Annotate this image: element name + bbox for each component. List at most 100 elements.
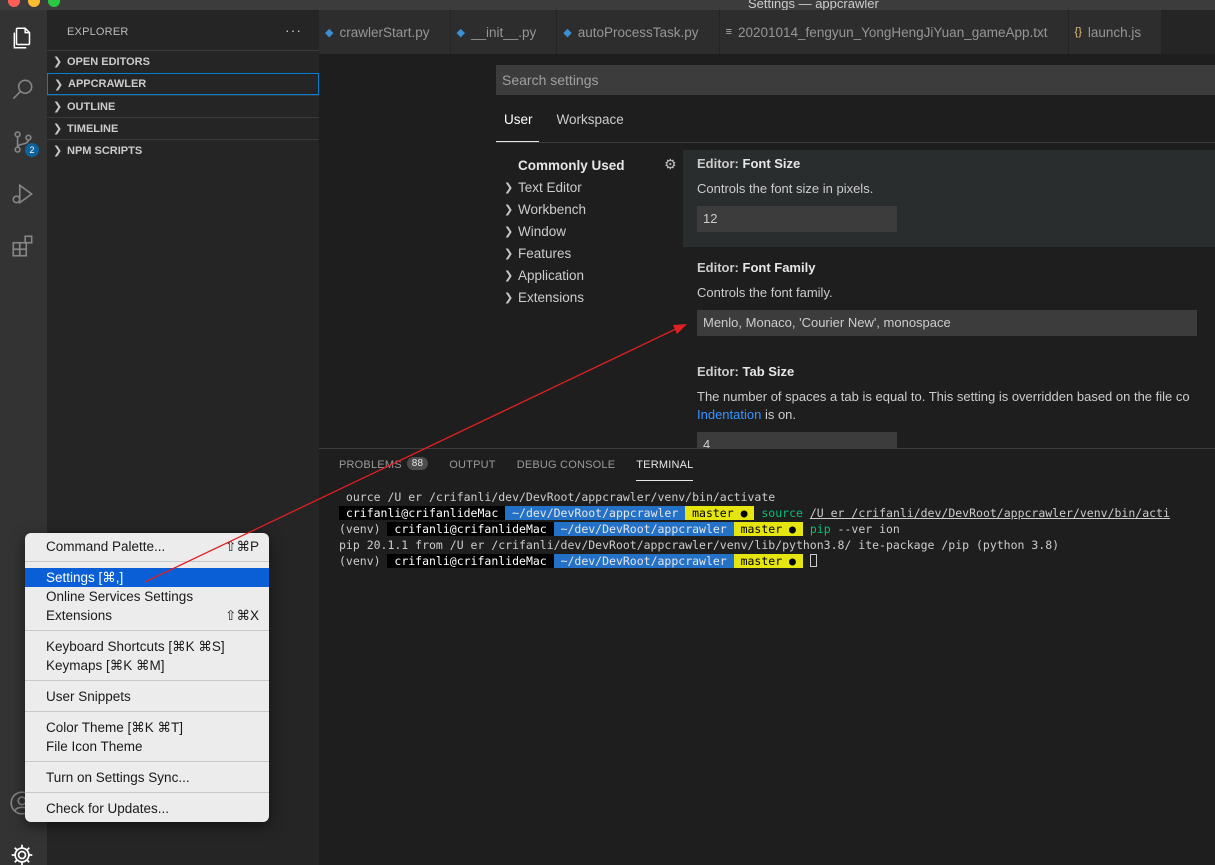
menu-separator [25,561,269,562]
prompt-dir: ~/dev/DevRoot/appcrawler [553,522,734,536]
toc-application[interactable]: ❯ Application [496,264,684,286]
minimize-window-button[interactable] [28,0,40,7]
indentation-link[interactable]: Indentation [697,407,761,422]
tab-size-input[interactable]: 4 [697,432,897,448]
extensions-icon[interactable] [9,232,37,260]
chevron-right-icon: ❯ [504,203,514,216]
manage-context-menu: Command Palette... ⇧⌘P Settings [⌘,] Onli… [25,533,269,822]
zoom-window-button[interactable] [48,0,60,7]
toc-text-editor[interactable]: ❯ Text Editor [496,176,684,198]
tab-output[interactable]: OUTPUT [449,459,495,481]
menu-item-user-snippets[interactable]: User Snippets [25,687,269,706]
setting-title: Editor: Font Size [697,156,801,171]
title-bar: Settings — appcrawler [0,0,1215,11]
prompt-branch: master ● [685,506,755,520]
shortcut-label: ⇧⌘X [225,607,259,623]
setting-font-family: Editor: Font Family Controls the font fa… [697,260,1215,336]
settings-search-input[interactable]: Search settings [496,65,1215,95]
setting-description: Controls the font size in pixels. [697,181,874,196]
setting-title: Editor: Tab Size [697,364,795,379]
vscode-window: Settings — appcrawler 2 EXPLORER ··· ❯ OP… [0,0,1215,865]
prompt-user: crifanli@crifanlideMac [339,506,506,520]
tab-autoprocesstask[interactable]: ◆ autoProcessTask.py [557,10,720,54]
tab-terminal[interactable]: TERMINAL [636,459,694,481]
python-file-icon: ◆ [456,26,465,39]
settings-scope-tabs: User Workspace [496,112,634,142]
menu-item-check-updates[interactable]: Check for Updates... [25,799,269,818]
section-outline[interactable]: ❯ OUTLINE [47,95,319,117]
prompt-user: crifanli@crifanlideMac [387,554,554,568]
terminal-args: --ver ion [830,522,900,536]
chevron-right-icon: ❯ [504,269,514,282]
prompt-dir: ~/dev/DevRoot/appcrawler [505,506,686,520]
venv-label: (venv) [339,522,388,536]
terminal-line: pip 20.1.1 from /U er /crifanli/dev/DevR… [339,538,1060,552]
tab-problems[interactable]: PROBLEMS 88 [339,457,429,481]
chevron-right-icon: ❯ [53,145,63,157]
menu-item-online-services-settings[interactable]: Online Services Settings [25,587,269,606]
files-icon[interactable] [9,24,37,52]
chevron-right-icon: ❯ [504,247,514,260]
setting-gear-icon[interactable]: ⚙ [664,156,677,173]
more-actions-icon[interactable]: ··· [285,22,302,38]
section-appcrawler[interactable]: ❯ APPCRAWLER [47,73,319,95]
tab-init[interactable]: ◆ __init__.py [450,10,558,54]
setting-font-size: Editor: Font Size Controls the font size… [697,156,1215,232]
menu-item-file-icon-theme[interactable]: File Icon Theme [25,737,269,756]
tab-workspace[interactable]: Workspace [549,112,624,142]
menu-separator [25,680,269,681]
panel-tabs: PROBLEMS 88 OUTPUT DEBUG CONSOLE TERMINAL [339,457,714,481]
toc-window[interactable]: ❯ Window [496,220,684,242]
manage-gear-icon[interactable] [9,842,37,865]
font-family-input[interactable]: Menlo, Monaco, 'Courier New', monospace [697,310,1197,336]
json-file-icon: {} [1074,26,1082,38]
menu-item-settings-sync[interactable]: Turn on Settings Sync... [25,768,269,787]
menu-item-settings[interactable]: Settings [⌘,] [25,568,269,587]
tab-launch[interactable]: {} launch.js [1068,10,1163,54]
chevron-right-icon: ❯ [504,225,514,238]
toc-extensions[interactable]: ❯ Extensions [496,286,684,308]
section-npm-scripts[interactable]: ❯ NPM SCRIPTS [47,139,319,161]
menu-separator [25,630,269,631]
bottom-panel: PROBLEMS 88 OUTPUT DEBUG CONSOLE TERMINAL… [319,448,1215,865]
menu-item-keymaps[interactable]: Keymaps [⌘K ⌘M] [25,656,269,675]
tab-debug-console[interactable]: DEBUG CONSOLE [517,459,616,481]
toc-commonly-used[interactable]: Commonly Used [496,154,684,176]
divider [496,142,1215,143]
menu-separator [25,792,269,793]
tab-user[interactable]: User [496,112,539,142]
search-icon[interactable] [9,76,37,104]
chevron-right-icon: ❯ [504,181,514,194]
terminal-cursor [809,554,817,567]
chevron-right-icon: ❯ [504,291,514,304]
tab-crawlerstart[interactable]: ◆ crawlerStart.py [319,10,451,54]
settings-editor: Search settings User Workspace Commonly … [319,54,1215,448]
terminal-command: source [761,506,803,520]
menu-item-keyboard-shortcuts[interactable]: Keyboard Shortcuts [⌘K ⌘S] [25,637,269,656]
run-debug-icon[interactable] [9,180,37,208]
section-open-editors[interactable]: ❯ OPEN EDITORS [47,50,319,72]
toc-workbench[interactable]: ❯ Workbench [496,198,684,220]
terminal-command: pip [809,522,831,536]
setting-description: The number of spaces a tab is equal to. … [697,389,1190,422]
terminal-output[interactable]: ource /U er /crifanli/dev/DevRoot/appcra… [339,489,1170,569]
editor-tabs: ◆ crawlerStart.py ◆ __init__.py ◆ autoProce… [319,10,1215,54]
font-size-input[interactable]: 12 [697,206,897,232]
close-window-button[interactable] [8,0,20,7]
menu-item-extensions[interactable]: Extensions ⇧⌘X [25,606,269,625]
section-timeline[interactable]: ❯ TIMELINE [47,117,319,139]
python-file-icon: ◆ [325,26,334,39]
menu-separator [25,761,269,762]
menu-item-color-theme[interactable]: Color Theme [⌘K ⌘T] [25,718,269,737]
problems-count-badge: 88 [406,457,429,470]
menu-item-command-palette[interactable]: Command Palette... ⇧⌘P [25,537,269,556]
tab-gameapp-txt[interactable]: ≡ 20201014_fengyun_YongHengJiYuan_gameApp… [719,10,1069,54]
toc-features[interactable]: ❯ Features [496,242,684,264]
shortcut-label: ⇧⌘P [225,538,259,554]
settings-toc: Commonly Used ❯ Text Editor ❯ Workbench ❯ W… [496,154,684,308]
prompt-user: crifanli@crifanlideMac [387,522,554,536]
python-file-icon: ◆ [563,26,572,39]
prompt-branch: master ● [733,554,803,568]
setting-title: Editor: Font Family [697,260,816,275]
terminal-path: /U er /crifanli/dev/DevRoot/appcrawler/v… [809,506,1170,520]
